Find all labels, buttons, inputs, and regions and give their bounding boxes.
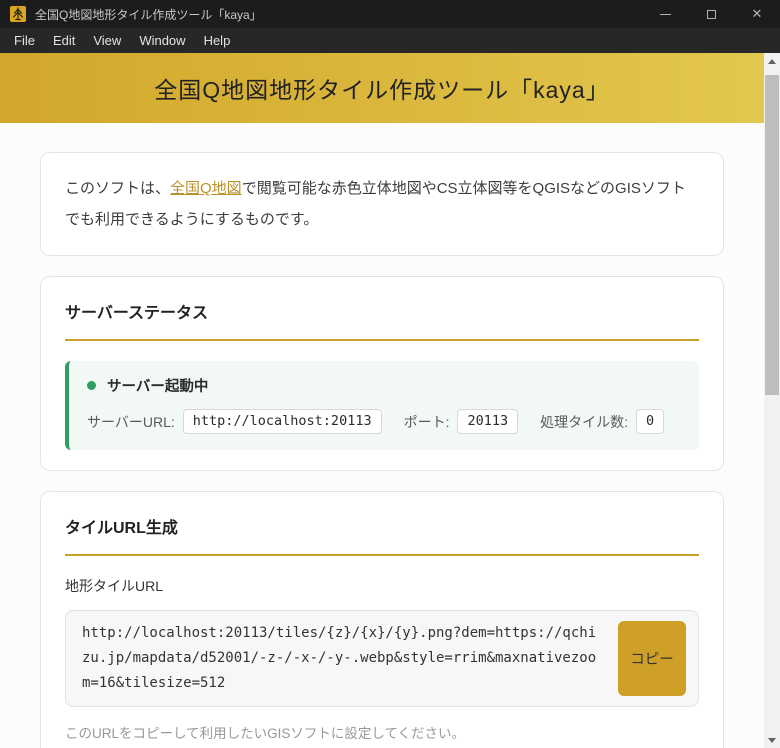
menu-item-help[interactable]: Help (195, 28, 240, 53)
minimize-icon (659, 13, 671, 15)
menu-item-window[interactable]: Window (130, 28, 194, 53)
page-content: このソフトは、全国Q地図で閲覧可能な赤色立体地図やCS立体図等をQGISなどのG… (0, 123, 780, 748)
server-status-card: サーバーステータス サーバー起動中 サーバーURL: http://localh… (40, 276, 724, 471)
minimize-button[interactable] (642, 0, 688, 28)
page-title: 全国Q地図地形タイル作成ツール「kaya」 (154, 77, 610, 103)
scrollbar[interactable] (764, 53, 780, 748)
maximize-icon (706, 9, 716, 19)
tile-count-value[interactable]: 0 (636, 409, 665, 434)
qchizu-link[interactable]: 全国Q地図 (170, 180, 242, 197)
scroll-down-button[interactable] (764, 732, 780, 748)
intro-card: このソフトは、全国Q地図で閲覧可能な赤色立体地図やCS立体図等をQGISなどのG… (40, 152, 724, 256)
server-status-text: サーバー起動中 (107, 379, 209, 395)
maximize-button[interactable] (688, 0, 734, 28)
app-tree-icon (10, 6, 26, 22)
copy-button[interactable]: コピー (618, 621, 686, 696)
status-indicator-dot (87, 381, 96, 390)
menu-item-edit[interactable]: Edit (44, 28, 84, 53)
port-label: ポート: (403, 413, 450, 430)
tile-url-text[interactable]: http://localhost:20113/tiles/{z}/{x}/{y}… (82, 621, 604, 696)
port-field: ポート: 20113 (404, 409, 519, 434)
menubar: File Edit View Window Help (0, 28, 780, 53)
tile-count-label: 処理タイル数: (540, 413, 628, 430)
server-url-label: サーバーURL: (87, 413, 175, 430)
page-viewport: 全国Q地図地形タイル作成ツール「kaya」 このソフトは、全国Q地図で閲覧可能な… (0, 53, 780, 748)
scrollbar-thumb[interactable] (765, 75, 779, 395)
close-icon: ✕ (751, 6, 763, 21)
terrain-tile-url-label: 地形タイルURL (65, 578, 164, 594)
intro-text: このソフトは、全国Q地図で閲覧可能な赤色立体地図やCS立体図等をQGISなどのG… (65, 173, 699, 235)
url-display-box: http://localhost:20113/tiles/{z}/{x}/{y}… (65, 610, 699, 707)
tile-count-field: 処理タイル数: 0 (540, 409, 665, 434)
heading-underline (65, 339, 699, 341)
port-value[interactable]: 20113 (457, 409, 519, 434)
chevron-down-icon (768, 737, 776, 743)
server-status-heading: サーバーステータス (65, 305, 209, 322)
menu-item-file[interactable]: File (5, 28, 44, 53)
menu-item-view[interactable]: View (84, 28, 130, 53)
window-controls: ✕ (642, 0, 780, 28)
server-url-value[interactable]: http://localhost:20113 (182, 409, 382, 434)
server-status-box: サーバー起動中 サーバーURL: http://localhost:20113 … (65, 361, 699, 450)
window-title: 全国Q地図地形タイル作成ツール「kaya」 (35, 7, 262, 22)
window-titlebar: 全国Q地図地形タイル作成ツール「kaya」 ✕ (0, 0, 780, 28)
status-fields: サーバーURL: http://localhost:20113 ポート: 201… (87, 409, 683, 434)
heading-underline (65, 554, 699, 556)
tile-url-heading: タイルURL生成 (65, 520, 178, 537)
tile-url-card: タイルURL生成 地形タイルURL http://localhost:20113… (40, 491, 724, 748)
scrollbar-track[interactable] (764, 69, 780, 732)
scroll-up-button[interactable] (764, 53, 780, 69)
page-header: 全国Q地図地形タイル作成ツール「kaya」 (0, 53, 764, 123)
server-url-field: サーバーURL: http://localhost:20113 (87, 409, 382, 434)
close-button[interactable]: ✕ (734, 0, 780, 28)
url-help-text: このURLをコピーして利用したいGISソフトに設定してください。 (65, 726, 466, 741)
chevron-up-icon (768, 58, 776, 64)
status-line: サーバー起動中 (87, 375, 683, 396)
intro-text-before: このソフトは、 (65, 180, 171, 197)
